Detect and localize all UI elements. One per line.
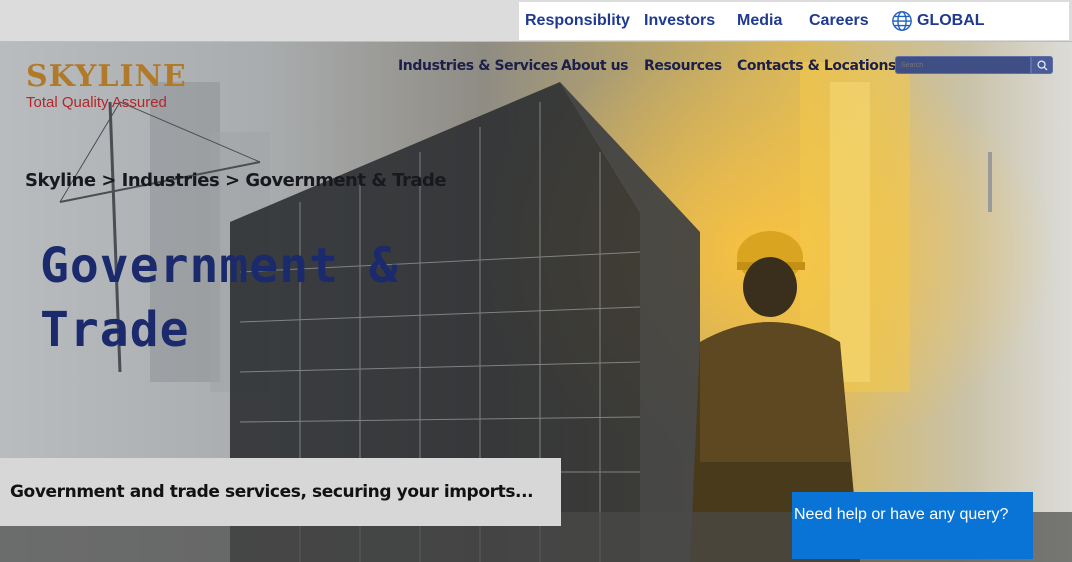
page-title: Government & Trade (40, 234, 399, 362)
search-input[interactable] (895, 56, 1031, 74)
tagline-banner: Government and trade services, securing … (0, 458, 561, 526)
page-title-line-2: Trade (40, 302, 190, 358)
utility-links: Responsiblity Investors Media Careers GL… (519, 2, 1069, 40)
responsibility-link[interactable]: Responsiblity (525, 12, 630, 30)
logo-wordmark: SKYLINE (26, 59, 187, 94)
globe-icon (892, 11, 912, 31)
breadcrumb-skyline[interactable]: Skyline (25, 170, 96, 191)
skyline-logo[interactable]: SKYLINE Total Quality Assured (26, 59, 187, 112)
breadcrumb-separator: > (224, 170, 246, 191)
nav-about-us[interactable]: About us (561, 58, 629, 74)
nav-contacts-locations[interactable]: Contacts & Locations (737, 58, 896, 74)
global-selector[interactable]: GLOBAL (891, 10, 985, 32)
logo-tagline: Total Quality Assured (26, 94, 167, 111)
media-link[interactable]: Media (737, 12, 782, 30)
help-query-label: Need help or have any query? (794, 506, 1009, 523)
breadcrumb: Skyline > Industries > Government & Trad… (25, 170, 447, 191)
nav-resources[interactable]: Resources (644, 58, 722, 74)
breadcrumb-industries[interactable]: Industries (122, 170, 220, 191)
help-query-button[interactable]: Need help or have any query? (792, 492, 1033, 559)
search-box (895, 56, 1055, 74)
investors-link[interactable]: Investors (644, 12, 715, 30)
page-title-line-1: Government & (40, 238, 399, 294)
utility-bar: Responsiblity Investors Media Careers GL… (0, 0, 1072, 42)
breadcrumb-separator: > (101, 170, 122, 191)
careers-link[interactable]: Careers (809, 12, 869, 30)
hero-section: SKYLINE Total Quality Assured Industries… (0, 42, 1072, 562)
nav-industries-services[interactable]: Industries & Services (398, 58, 558, 74)
search-button[interactable] (1031, 56, 1053, 74)
breadcrumb-government-trade: Government & Trade (245, 170, 447, 191)
tagline-text: Government and trade services, securing … (10, 482, 534, 502)
global-label: GLOBAL (917, 12, 985, 29)
magnifier-icon (1036, 59, 1048, 71)
